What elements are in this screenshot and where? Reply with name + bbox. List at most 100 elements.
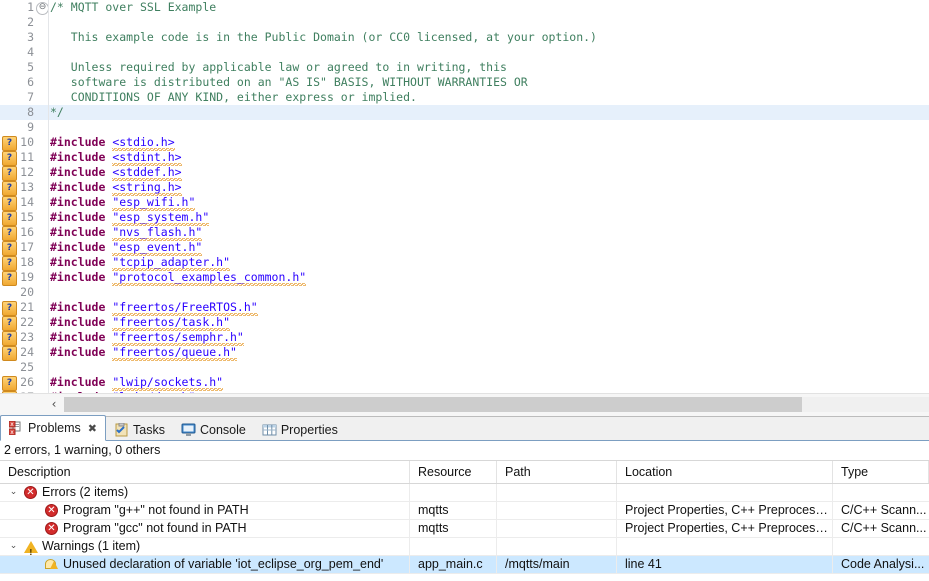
code-line[interactable]: ? 22 #include "freertos/task.h" bbox=[0, 315, 929, 331]
code-line[interactable]: ? 15 #include "esp_system.h" bbox=[0, 210, 929, 226]
cell-path bbox=[497, 484, 617, 501]
code-token: #include bbox=[50, 315, 113, 329]
gutter-separator bbox=[48, 375, 49, 390]
code-line[interactable]: 4 bbox=[0, 45, 929, 60]
description-label: Warnings (1 item) bbox=[42, 539, 141, 553]
line-number: 18 bbox=[20, 255, 34, 269]
code-line-text: #include "esp_system.h" bbox=[50, 210, 210, 226]
sort-ascending-icon[interactable]: ▲ bbox=[201, 460, 211, 462]
gutter-separator bbox=[48, 45, 49, 60]
code-line-text: #include <stdio.h> bbox=[50, 135, 175, 151]
gutter-separator bbox=[48, 300, 49, 315]
gutter-separator bbox=[48, 75, 49, 90]
line-number: 3 bbox=[27, 30, 34, 44]
table-row[interactable]: ⌄ ✕ Errors (2 items) bbox=[0, 484, 929, 502]
code-line-text: #include <string.h> bbox=[50, 180, 182, 196]
code-token: "esp_system.h" bbox=[112, 210, 210, 226]
tab-properties[interactable]: Properties bbox=[254, 418, 346, 441]
cell-description: ✕ Program "g++" not found in PATH bbox=[0, 502, 410, 519]
code-line[interactable]: ? 19 #include "protocol_examples_common.h" bbox=[0, 270, 929, 286]
expand-collapse-chevron-icon[interactable]: ⌄ bbox=[8, 541, 19, 552]
code-line[interactable]: 2 bbox=[0, 15, 929, 30]
column-header-location[interactable]: Location bbox=[617, 461, 833, 483]
code-line[interactable]: 20 bbox=[0, 285, 929, 300]
code-line[interactable]: ? 24 #include "freertos/queue.h" bbox=[0, 345, 929, 361]
code-line[interactable]: 6 software is distributed on an "AS IS" … bbox=[0, 75, 929, 90]
code-line[interactable]: ? 12 #include <stddef.h> bbox=[0, 165, 929, 181]
code-token: CONDITIONS OF ANY KIND, either express o… bbox=[50, 90, 417, 104]
code-token: #include bbox=[50, 255, 113, 269]
error-icon: ✕ bbox=[45, 504, 58, 517]
column-header-description[interactable]: Description bbox=[0, 461, 410, 483]
code-token: "nvs_flash.h" bbox=[112, 225, 203, 241]
problems-table-body[interactable]: ⌄ ✕ Errors (2 items) ✕ Program "g++" not fou… bbox=[0, 484, 929, 574]
line-number: 24 bbox=[20, 345, 34, 359]
column-header-resource[interactable]: Resource bbox=[410, 461, 497, 483]
code-line[interactable]: ? 23 #include "freertos/semphr.h" bbox=[0, 330, 929, 346]
code-line-text: Unless required by applicable law or agr… bbox=[50, 60, 507, 75]
column-header-type[interactable]: Type bbox=[833, 461, 929, 483]
editor-horizontal-scrollbar[interactable]: ‹ bbox=[0, 393, 929, 416]
code-line[interactable]: ? 26 #include "lwip/sockets.h" bbox=[0, 375, 929, 391]
gutter-separator bbox=[48, 120, 49, 135]
tab-label: Problems bbox=[28, 421, 81, 435]
problems-table[interactable]: DescriptionResourcePathLocationType ▲ ⌄ ✕ E… bbox=[0, 460, 929, 581]
cell-type bbox=[833, 484, 929, 501]
table-row[interactable]: ✕ Program "g++" not found in PATH mqtts Pro… bbox=[0, 502, 929, 520]
table-row[interactable]: ✕ Program "gcc" not found in PATH mqtts Pro… bbox=[0, 520, 929, 538]
error-icon: ✕ bbox=[24, 486, 37, 499]
close-icon[interactable]: ✖ bbox=[88, 422, 97, 435]
view-tab-bar[interactable]: x x Problems ✖ Tasks Console Properties bbox=[0, 415, 929, 441]
code-token: "freertos/queue.h" bbox=[112, 345, 237, 361]
code-line[interactable]: ? 18 #include "tcpip_adapter.h" bbox=[0, 255, 929, 271]
tab-console[interactable]: Console bbox=[173, 418, 254, 441]
code-line[interactable]: ? 14 #include "esp_wifi.h" bbox=[0, 195, 929, 211]
scrollbar-track[interactable] bbox=[802, 397, 929, 412]
cell-resource: mqtts bbox=[410, 520, 497, 537]
tab-problems[interactable]: x x Problems ✖ bbox=[0, 415, 107, 441]
problems-table-header[interactable]: DescriptionResourcePathLocationType ▲ bbox=[0, 460, 929, 484]
column-header-path[interactable]: Path bbox=[497, 461, 617, 483]
code-token: "esp_event.h" bbox=[112, 240, 203, 256]
code-token: #include bbox=[50, 165, 113, 179]
gutter-separator bbox=[48, 30, 49, 45]
tab-tasks[interactable]: Tasks bbox=[106, 418, 173, 441]
code-line[interactable]: ? 21 #include "freertos/FreeRTOS.h" bbox=[0, 300, 929, 316]
code-editor-text[interactable]: 1 ⊖/* MQTT over SSL Example 2 3 This exampl… bbox=[0, 0, 929, 394]
code-line[interactable]: 7 CONDITIONS OF ANY KIND, either express… bbox=[0, 90, 929, 105]
table-row[interactable]: Unused declaration of variable 'iot_ecli… bbox=[0, 556, 929, 574]
line-number: 11 bbox=[20, 150, 34, 164]
code-token: <stdint.h> bbox=[112, 150, 182, 166]
code-line[interactable]: 3 This example code is in the Public Dom… bbox=[0, 30, 929, 45]
cell-path: /mqtts/main bbox=[497, 556, 617, 573]
gutter-separator bbox=[48, 315, 49, 330]
code-line[interactable]: ? 13 #include <string.h> bbox=[0, 180, 929, 196]
cell-resource bbox=[410, 484, 497, 501]
line-number: 23 bbox=[20, 330, 34, 344]
code-line[interactable]: 9 bbox=[0, 120, 929, 135]
gutter-separator bbox=[48, 285, 49, 300]
code-editor[interactable]: 1 ⊖/* MQTT over SSL Example 2 3 This exampl… bbox=[0, 0, 929, 416]
code-token: #include bbox=[50, 195, 113, 209]
line-number: 10 bbox=[20, 135, 34, 149]
code-line-text: #include "freertos/semphr.h" bbox=[50, 330, 244, 346]
code-line[interactable]: 5 Unless required by applicable law or a… bbox=[0, 60, 929, 75]
gutter-separator bbox=[48, 360, 49, 375]
cell-location: line 41 bbox=[617, 556, 833, 573]
code-line[interactable]: ? 17 #include "esp_event.h" bbox=[0, 240, 929, 256]
code-line[interactable]: 25 bbox=[0, 360, 929, 375]
scrollbar-thumb[interactable] bbox=[64, 397, 802, 412]
code-line[interactable]: ? 10 #include <stdio.h> bbox=[0, 135, 929, 151]
code-line[interactable]: 1 ⊖/* MQTT over SSL Example bbox=[0, 0, 929, 15]
tasks-icon bbox=[114, 422, 129, 437]
table-row[interactable]: ⌄ Warnings (1 item) bbox=[0, 538, 929, 556]
code-line[interactable]: ? 11 #include <stdint.h> bbox=[0, 150, 929, 166]
code-line[interactable]: 8 */ bbox=[0, 105, 929, 120]
code-token: /* MQTT over SSL Example bbox=[50, 0, 217, 14]
scroll-left-icon[interactable]: ‹ bbox=[44, 396, 64, 413]
line-number: 4 bbox=[27, 45, 34, 59]
code-token: <string.h> bbox=[112, 180, 182, 196]
line-number: 26 bbox=[20, 375, 34, 389]
code-line[interactable]: ? 16 #include "nvs_flash.h" bbox=[0, 225, 929, 241]
expand-collapse-chevron-icon[interactable]: ⌄ bbox=[8, 487, 19, 498]
